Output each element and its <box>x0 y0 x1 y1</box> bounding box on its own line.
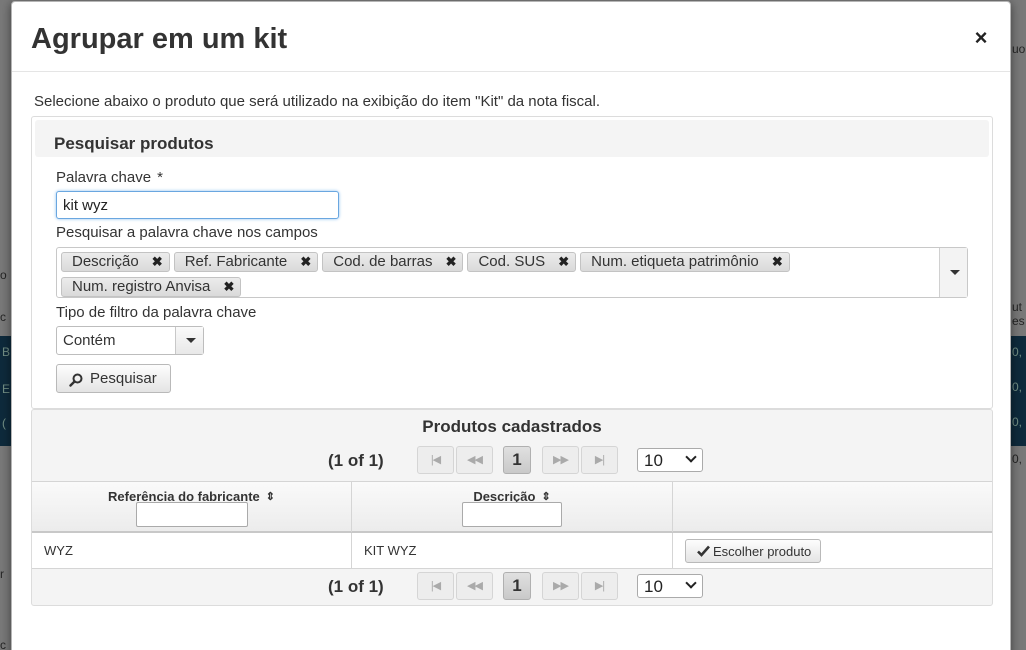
search-panel-title: Pesquisar produtos <box>54 134 214 153</box>
remove-chip-icon[interactable]: ✖ <box>300 253 311 271</box>
search-icon <box>69 373 83 387</box>
prev-page-button[interactable]: ◀◀ <box>456 446 493 474</box>
column-header-referencia[interactable]: Referência do fabricante ⇕ <box>32 482 352 532</box>
current-page-button[interactable]: 1 <box>503 446 531 474</box>
close-icon[interactable]: × <box>972 26 990 50</box>
products-table: Referência do fabricante ⇕ Descrição ⇕ WYZ… <box>32 481 992 569</box>
page-size-value: 10 <box>644 451 663 470</box>
field-chip: Descrição ✖ <box>61 252 170 272</box>
field-chip: Cod. de barras ✖ <box>322 252 464 272</box>
filter-type-value: Contém <box>63 332 116 349</box>
field-chip: Num. etiqueta patrimônio ✖ <box>580 252 790 272</box>
required-mark: * <box>157 169 163 186</box>
modal-header: Agrupar em um kit × <box>12 2 1010 72</box>
last-page-button[interactable]: ▶| <box>581 446 618 474</box>
filter-type-toggle[interactable] <box>175 327 203 354</box>
fields-multiselect[interactable]: Descrição ✖ Ref. Fabricante ✖ Cod. de barras… <box>56 247 968 298</box>
fields-dropdown-toggle[interactable] <box>939 248 967 297</box>
remove-chip-icon[interactable]: ✖ <box>772 253 783 271</box>
choose-product-button[interactable]: Escolher produto <box>685 539 821 563</box>
remove-chip-icon[interactable]: ✖ <box>223 278 234 296</box>
kit-modal: Agrupar em um kit × Selecione abaixo o p… <box>11 1 1011 650</box>
keyword-input[interactable] <box>56 191 339 219</box>
column-header-actions <box>673 482 992 532</box>
search-panel: Pesquisar produtos Palavra chave * Pesqui… <box>31 116 993 409</box>
last-page-button[interactable]: ▶| <box>581 572 618 600</box>
column-header-descricao[interactable]: Descrição ⇕ <box>352 482 673 532</box>
field-chip-label: Num. registro Anvisa <box>72 278 211 295</box>
filter-type-label: Tipo de filtro da palavra chave <box>56 304 257 321</box>
field-chip: Num. registro Anvisa ✖ <box>61 277 242 297</box>
cell-descricao: KIT WYZ <box>352 533 673 568</box>
caret-down-icon <box>950 270 960 275</box>
modal-title: Agrupar em um kit <box>31 23 288 55</box>
field-chip-label: Descrição <box>72 253 139 270</box>
field-chip: Ref. Fabricante ✖ <box>173 252 319 272</box>
cell-referencia: WYZ <box>32 533 352 568</box>
intro-text: Selecione abaixo o produto que será util… <box>34 93 601 110</box>
results-panel: Produtos cadastrados (1 of 1) |◀ ◀◀ 1 ▶▶… <box>31 409 993 606</box>
keyword-label-text: Palavra chave <box>56 169 152 186</box>
prev-page-button[interactable]: ◀◀ <box>456 572 493 600</box>
remove-chip-icon[interactable]: ✖ <box>558 253 569 271</box>
page-info: (1 of 1) <box>328 451 384 470</box>
filter-type-select[interactable]: Contém <box>56 326 204 355</box>
sort-icon[interactable]: ⇕ <box>266 490 275 503</box>
paginator-top: (1 of 1) |◀ ◀◀ 1 ▶▶ ▶| 10 <box>32 443 992 477</box>
descricao-filter-input[interactable] <box>462 502 562 527</box>
search-button[interactable]: Pesquisar <box>56 364 171 393</box>
fields-chip-list: Descrição ✖ Ref. Fabricante ✖ Cod. de barras… <box>61 252 935 302</box>
table-header: Referência do fabricante ⇕ Descrição ⇕ <box>32 481 992 533</box>
next-page-button[interactable]: ▶▶ <box>542 572 579 600</box>
current-page-button[interactable]: 1 <box>503 572 531 600</box>
page-size-value: 10 <box>644 577 663 596</box>
keyword-label: Palavra chave * <box>56 169 163 186</box>
results-title: Produtos cadastrados <box>422 417 602 436</box>
cell-actions: Escolher produto <box>673 533 992 568</box>
paginator-bottom: (1 of 1) |◀ ◀◀ 1 ▶▶ ▶| 10 <box>32 569 992 603</box>
fields-label: Pesquisar a palavra chave nos campos <box>56 224 318 241</box>
field-chip-label: Num. etiqueta patrimônio <box>591 253 759 270</box>
field-chip-label: Cod. SUS <box>478 253 546 270</box>
chevron-down-icon <box>685 451 697 463</box>
remove-chip-icon[interactable]: ✖ <box>446 253 457 271</box>
field-chip-label: Cod. de barras <box>333 253 433 270</box>
page-info: (1 of 1) <box>328 577 384 596</box>
referencia-filter-input[interactable] <box>136 502 248 527</box>
chevron-down-icon <box>685 577 697 589</box>
first-page-button[interactable]: |◀ <box>417 446 454 474</box>
choose-product-label: Escolher produto <box>713 544 812 559</box>
table-row: WYZ KIT WYZ Escolher produto <box>32 533 992 569</box>
check-icon <box>697 545 710 557</box>
remove-chip-icon[interactable]: ✖ <box>152 253 163 271</box>
search-panel-header[interactable]: Pesquisar produtos <box>35 120 989 157</box>
page-size-select[interactable]: 10 <box>637 448 703 472</box>
page-size-select[interactable]: 10 <box>637 574 703 598</box>
first-page-button[interactable]: |◀ <box>417 572 454 600</box>
field-chip-label: Ref. Fabricante <box>184 253 288 270</box>
search-button-label: Pesquisar <box>90 370 157 387</box>
next-page-button[interactable]: ▶▶ <box>542 446 579 474</box>
field-chip: Cod. SUS ✖ <box>467 252 577 272</box>
caret-down-icon <box>186 338 196 343</box>
